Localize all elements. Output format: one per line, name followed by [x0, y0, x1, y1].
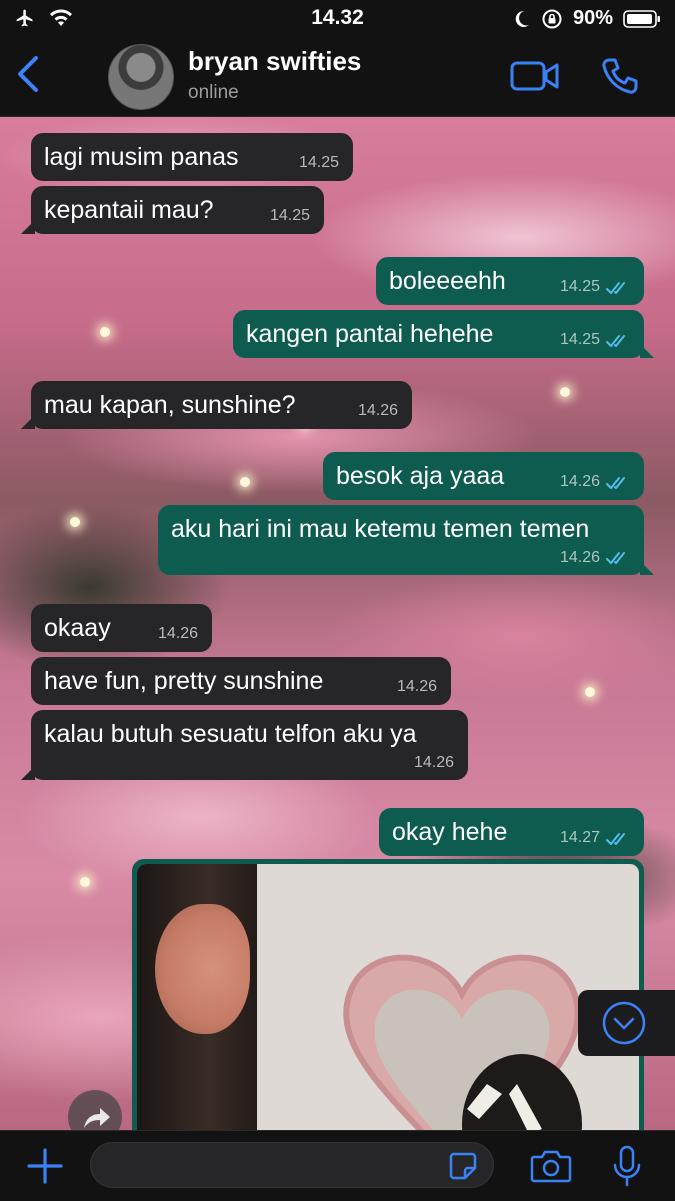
contact-avatar[interactable]: [108, 44, 174, 110]
message-time: 14.26: [396, 678, 437, 695]
read-receipt-icon: [606, 282, 625, 294]
message-text: lagi musim panas: [44, 143, 239, 171]
chat-area[interactable]: lagi musim panas 14.25 kepantaii mau? 14…: [0, 117, 675, 1130]
wallpaper-sparkle: [560, 387, 570, 397]
message-time: 14.26: [559, 549, 600, 566]
chat-header: bryan swifties online: [0, 36, 675, 117]
chevron-down-circle-icon: [602, 1001, 646, 1045]
photo-ear: [155, 904, 250, 1034]
rotation-lock-icon: [542, 9, 562, 28]
message-bubble-incoming[interactable]: kalau butuh sesuatu telfon aku ya 14.26: [21, 710, 468, 780]
contact-name[interactable]: bryan swifties: [188, 46, 361, 77]
message-bubble-outgoing[interactable]: boleeeehh 14.25: [376, 257, 644, 305]
wallpaper-sparkle: [585, 687, 595, 697]
scroll-to-bottom-button[interactable]: [578, 990, 675, 1056]
battery-icon: [623, 9, 660, 28]
message-text: kangen pantai hehehe: [246, 320, 494, 348]
message-text: kalau butuh sesuatu telfon aku ya: [44, 720, 417, 748]
message-text: okay hehe: [392, 818, 508, 846]
read-receipt-icon: [606, 335, 625, 347]
status-right: 90%: [511, 7, 661, 30]
microphone-icon[interactable]: [612, 1145, 642, 1187]
message-text: kepantaii mau?: [44, 196, 214, 224]
message-bubble-incoming[interactable]: have fun, pretty sunshine 14.26: [31, 657, 451, 705]
message-input[interactable]: [90, 1142, 494, 1188]
camera-icon[interactable]: [530, 1149, 572, 1183]
message-text: aku hari ini mau ketemu temen temen: [171, 515, 590, 543]
message-time: 14.26: [559, 473, 600, 490]
image-message[interactable]: [132, 859, 644, 1130]
wallpaper-sparkle: [70, 517, 80, 527]
message-text: besok aja yaaa: [336, 462, 505, 490]
plus-icon[interactable]: [26, 1147, 64, 1185]
battery-percentage: 90%: [572, 7, 613, 29]
message-time: 14.25: [298, 154, 339, 171]
message-bubble-incoming[interactable]: mau kapan, sunshine? 14.26: [21, 381, 412, 429]
read-receipt-icon: [606, 477, 625, 489]
message-time: 14.26: [413, 754, 454, 771]
status-bar: 14.32 90%: [0, 0, 675, 36]
forward-button[interactable]: [68, 1090, 122, 1130]
message-bubble-incoming[interactable]: lagi musim panas 14.25: [31, 133, 353, 181]
wallpaper-sparkle: [100, 327, 110, 337]
read-receipt-icon: [606, 552, 625, 564]
message-time: 14.26: [357, 402, 398, 419]
sticker-icon[interactable]: [448, 1151, 478, 1181]
contact-status: online: [188, 82, 239, 103]
message-bubble-outgoing[interactable]: aku hari ini mau ketemu temen temen 14.2…: [158, 505, 654, 575]
message-text: boleeeehh: [389, 267, 506, 295]
back-chevron-icon[interactable]: [14, 54, 42, 94]
phone-call-icon[interactable]: [600, 56, 640, 96]
message-time: 14.26: [157, 625, 198, 642]
wallpaper-sparkle: [240, 477, 250, 487]
message-bubble-outgoing[interactable]: okay hehe 14.27: [379, 808, 644, 856]
message-time: 14.25: [559, 331, 600, 348]
message-bubble-incoming[interactable]: kepantaii mau? 14.25: [21, 186, 324, 234]
message-text: okaay: [44, 614, 111, 642]
message-time: 14.25: [269, 207, 310, 224]
wallpaper-sparkle: [80, 877, 90, 887]
message-bubble-outgoing[interactable]: besok aja yaaa 14.26: [323, 452, 644, 500]
heart-mirror-graphic: [343, 954, 582, 1130]
read-receipt-icon: [606, 833, 625, 845]
message-text: have fun, pretty sunshine: [44, 667, 324, 695]
forward-arrow-icon: [84, 1108, 110, 1128]
moon-icon: [515, 10, 529, 27]
message-text: mau kapan, sunshine?: [44, 391, 296, 419]
message-input-bar: [0, 1130, 675, 1201]
message-time: 14.25: [559, 278, 600, 295]
photo-thumbnail: [137, 864, 639, 1130]
message-bubble-outgoing[interactable]: kangen pantai hehehe 14.25: [233, 310, 654, 358]
video-call-icon[interactable]: [510, 58, 560, 94]
message-time: 14.27: [559, 829, 600, 846]
message-bubble-incoming[interactable]: okaay 14.26: [31, 604, 212, 652]
